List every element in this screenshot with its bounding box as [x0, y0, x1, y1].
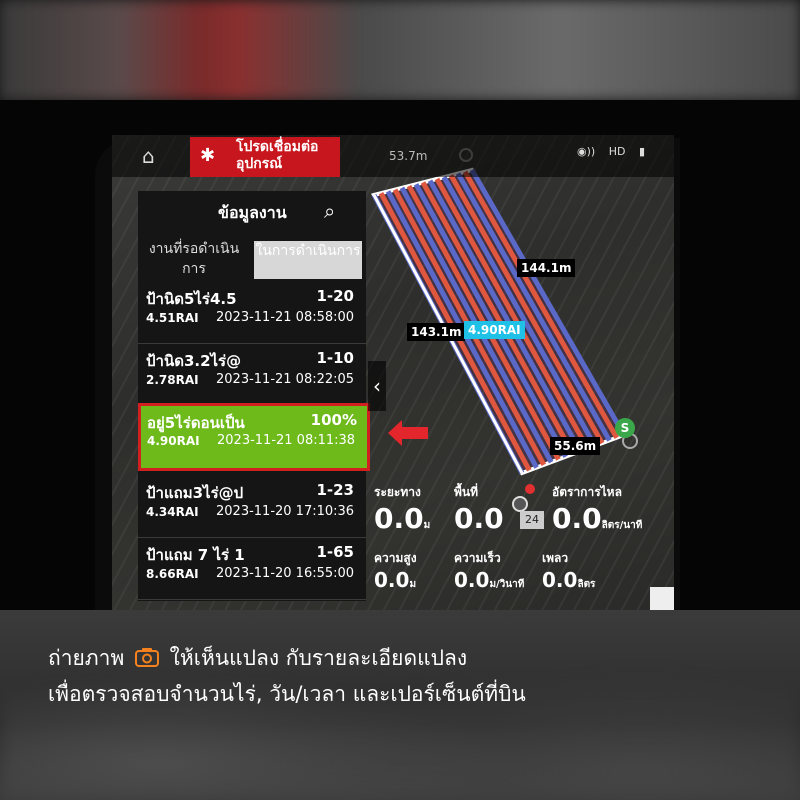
- height-unit: ม: [409, 579, 417, 590]
- distance-unit: ม: [423, 520, 431, 531]
- speed-unit: ม/วินาที: [489, 579, 525, 590]
- task-date: 2023-11-21 08:58:00: [216, 310, 355, 325]
- task-area: 4.51RAI: [146, 311, 199, 325]
- task-item[interactable]: ป้านิด5ไร่4.5 1-20 4.51RAI 2023-11-21 08…: [138, 281, 366, 344]
- red-arrow-icon: [388, 420, 428, 446]
- satellite-map[interactable]: ⌂ ✱ โปรดเชื่อมต่อ อุปกรณ์ 53.7m ◉)) HD ▮…: [112, 135, 674, 610]
- panel-header: ข้อมูลงาน ⌕: [138, 191, 366, 236]
- speed-value: 0.0: [454, 568, 490, 592]
- controller-screen: ⌂ ✱ โปรดเชื่อมต่อ อุปกรณ์ 53.7m ◉)) HD ▮…: [112, 135, 674, 610]
- task-name: ป้าแถม3ไร่@ป: [146, 484, 244, 502]
- signal-icon: ◉)): [577, 145, 596, 158]
- task-name: ป้านิด3.2ไร่@: [146, 352, 242, 370]
- task-name: อยู่5ไร่ดอนเป็น: [147, 414, 245, 432]
- field-area-label: 4.90RAI: [464, 321, 525, 339]
- hd-label: HD: [608, 145, 626, 158]
- task-date: 2023-11-21 08:11:38: [217, 433, 356, 448]
- task-code: 1-20: [316, 287, 354, 305]
- camera-icon: [134, 648, 159, 667]
- side-button[interactable]: [650, 587, 674, 610]
- spray-value: 0.0: [542, 568, 578, 592]
- task-date: 2023-11-20 16:55:00: [216, 566, 355, 581]
- flow-unit: ลิตร/นาที: [601, 520, 643, 531]
- caption-text-b: ให้เห็นแปลง กับรายละเอียดแปลง: [169, 646, 468, 670]
- connection-alert[interactable]: ✱ โปรดเชื่อมต่อ อุปกรณ์: [190, 137, 340, 177]
- flow-readout: อัตราการไหล 0.0ลิตร/นาที: [552, 483, 642, 535]
- disconnect-icon: ✱: [200, 145, 216, 166]
- area-readout: พื้นที่ 0.0: [454, 483, 504, 535]
- task-panel: ข้อมูลงาน ⌕ งานที่รอดำเนินการ ในการดำเนิ…: [138, 191, 370, 601]
- task-area: 4.34RAI: [146, 505, 199, 519]
- task-code: 1-65: [316, 543, 354, 561]
- panel-title: ข้อมูลงาน: [218, 203, 287, 222]
- caption: ถ่ายภาพ ให้เห็นแปลง กับรายละเอียดแปลง เพ…: [48, 640, 768, 712]
- task-code: 1-10: [316, 349, 354, 367]
- distance-readout: ระยะทาง 0.0ม: [374, 483, 430, 535]
- caption-text-a: ถ่ายภาพ: [48, 646, 125, 670]
- alert-text: โปรดเชื่อมต่อ อุปกรณ์: [236, 139, 319, 172]
- panel-collapse-button[interactable]: ‹: [368, 361, 386, 411]
- top-bar: ⌂ ✱ โปรดเชื่อมต่อ อุปกรณ์ 53.7m ◉)) HD ▮: [112, 135, 674, 177]
- height-value: 0.0: [374, 568, 410, 592]
- point-number: 24: [520, 511, 544, 529]
- search-icon[interactable]: ⌕: [324, 199, 335, 223]
- area-label: พื้นที่: [454, 485, 479, 499]
- spray-unit: ลิตร: [577, 579, 596, 590]
- speed-label: ความเร็ว: [454, 551, 501, 565]
- task-code: 1-23: [316, 481, 354, 499]
- home-icon[interactable]: ⌂: [142, 145, 164, 167]
- start-marker[interactable]: S: [615, 418, 635, 438]
- top-altitude: 53.7m: [389, 149, 428, 163]
- dimension-label-right: 55.6m: [550, 437, 601, 455]
- height-readout: ความสูง 0.0ม: [374, 549, 417, 592]
- flow-value: 0.0: [552, 502, 602, 535]
- dimension-label-top: 144.1m: [517, 259, 576, 277]
- area-value: 0.0: [454, 502, 504, 535]
- battery-icon: ▮: [638, 145, 645, 158]
- status-icons: ◉)) HD ▮: [577, 145, 655, 158]
- task-area: 2.78RAI: [146, 373, 199, 387]
- speed-readout: ความเร็ว 0.0ม/วินาที: [454, 549, 524, 592]
- task-item[interactable]: ป้าแถม3ไร่@ป 1-23 4.34RAI 2023-11-20 17:…: [138, 475, 366, 538]
- height-label: ความสูง: [374, 551, 417, 565]
- drone-marker: [512, 496, 528, 512]
- distance-label: ระยะทาง: [374, 485, 421, 499]
- task-name: ป้านิด5ไร่4.5: [146, 290, 237, 308]
- tab-pending[interactable]: งานที่รอดำเนินการ: [138, 239, 250, 281]
- task-area: 4.90RAI: [147, 434, 200, 448]
- task-item-selected[interactable]: อยู่5ไร่ดอนเป็น 100% 4.90RAI 2023-11-21 …: [138, 403, 370, 471]
- task-progress: 100%: [310, 411, 357, 429]
- blurred-backdrop-top: [0, 0, 800, 100]
- task-date: 2023-11-21 08:22:05: [216, 372, 355, 387]
- home-point-marker: [525, 484, 535, 494]
- task-item[interactable]: ป้านิด3.2ไร่@ 1-10 2.78RAI 2023-11-21 08…: [138, 343, 366, 406]
- task-item[interactable]: ป้าแถม 7 ไร่ 1 1-65 8.66RAI 2023-11-20 1…: [138, 537, 366, 600]
- spray-readout: เพลว 0.0ลิตร: [542, 549, 595, 592]
- task-date: 2023-11-20 17:10:36: [216, 504, 355, 519]
- tab-in-progress[interactable]: ในการดำเนินการ: [254, 241, 362, 279]
- caption-line-1: ถ่ายภาพ ให้เห็นแปลง กับรายละเอียดแปลง: [48, 640, 768, 676]
- dimension-label-left: 143.1m: [407, 323, 466, 341]
- controller-photo: ⌂ ✱ โปรดเชื่อมต่อ อุปกรณ์ 53.7m ◉)) HD ▮…: [0, 100, 800, 610]
- distance-value: 0.0: [374, 502, 424, 535]
- caption-line-2: เพื่อตรวจสอบจำนวนไร่, วัน/เวลา และเปอร์เ…: [48, 682, 526, 706]
- task-area: 8.66RAI: [146, 567, 199, 581]
- flow-label: อัตราการไหล: [552, 485, 622, 499]
- task-name: ป้าแถม 7 ไร่ 1: [146, 546, 245, 564]
- spray-label: เพลว: [542, 551, 569, 565]
